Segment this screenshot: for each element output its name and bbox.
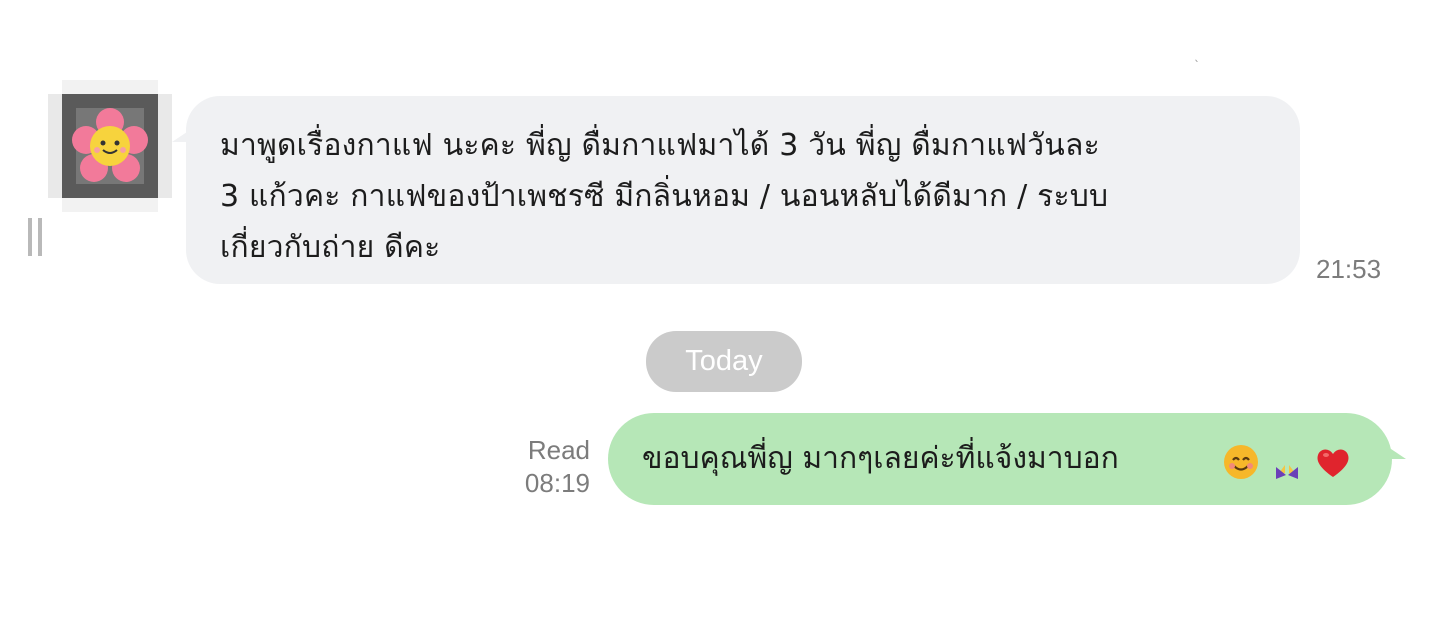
read-receipt: Read 08:19 [506,434,590,500]
incoming-message-time: 21:53 [1316,254,1382,284]
incoming-message-line: เกี่ยวกับถ่าย ดีคะ [220,230,441,265]
avatar[interactable] [48,80,172,212]
incoming-message-line: มาพูดเรื่องกาแฟ นะคะ พี่ญ ดื่มกาแฟมาได้ … [220,128,1100,163]
pixelated-flower-icon [72,108,148,182]
smiling-face-icon [1224,445,1258,479]
praying-hands-icon [1276,447,1298,479]
outgoing-message-bubble[interactable]: ขอบคุณพี่ญ มากๆเลยค่ะที่แจ้งมาบอก [608,413,1406,505]
read-label: Read [527,435,590,465]
incoming-message-bubble[interactable]: มาพูดเรื่องกาแฟ นะคะ พี่ญ ดื่มกาแฟมาได้ … [172,96,1300,284]
outgoing-message-text: ขอบคุณพี่ญ มากๆเลยค่ะที่แจ้งมาบอก [642,441,1119,476]
incoming-message-text: มาพูดเรื่องกาแฟ นะคะ พี่ญ ดื่มกาแฟมาได้ … [220,120,1280,273]
red-heart-icon [1317,449,1349,477]
drag-handle-icon[interactable] [28,218,44,256]
incoming-message-line: 3 แก้วคะ กาแฟของป้าเพชรซี มีกลิ่นหอม / น… [220,179,1109,214]
date-separator: Today [646,331,802,392]
outgoing-message-time: 08:19 [524,468,590,498]
scroll-indicator-icon: ˎ [1194,48,1200,62]
